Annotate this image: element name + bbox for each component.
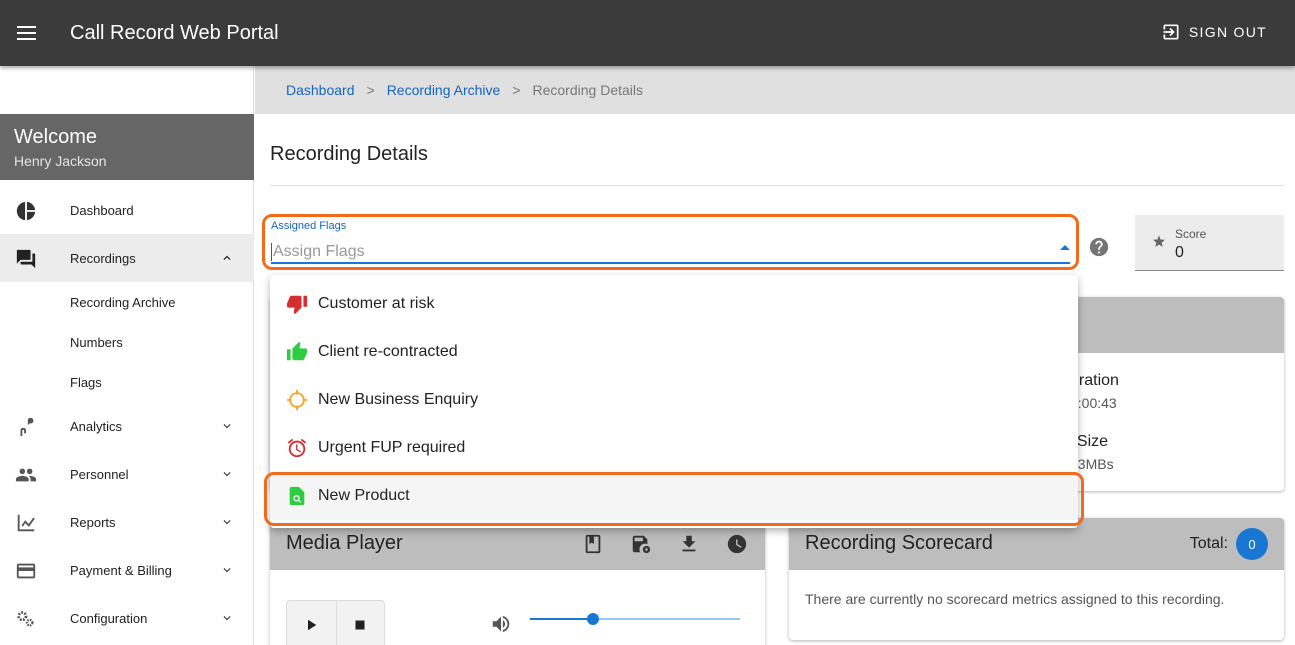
scorecard-total-badge: 0 xyxy=(1236,528,1268,560)
sidebar-nav: Dashboard Recordings Recording Archive N… xyxy=(0,186,254,642)
sidebar-item-analytics[interactable]: Analytics xyxy=(0,402,254,450)
file-search-icon xyxy=(289,486,305,506)
sidebar-item-payment-billing[interactable]: Payment & Billing xyxy=(0,546,254,594)
chevron-up-icon xyxy=(223,255,231,260)
breadcrumb: Dashboard > Recording Archive > Recordin… xyxy=(255,66,1295,114)
breadcrumb-separator: > xyxy=(366,82,375,98)
app-title: Call Record Web Portal xyxy=(70,22,279,44)
flag-option-customer-at-risk[interactable]: Customer at risk xyxy=(270,280,1078,328)
assigned-flags-input[interactable]: Assign Flags xyxy=(271,243,365,261)
breadcrumb-archive-link[interactable]: Recording Archive xyxy=(387,82,501,98)
trophy-star-icon xyxy=(1153,235,1165,247)
flag-option-label: New Business Enquiry xyxy=(318,391,479,408)
sidebar-item-personnel[interactable]: Personnel xyxy=(0,450,254,498)
flag-option-label: Customer at risk xyxy=(318,295,435,312)
flags-dropdown-menu: Customer at risk Client re-contracted Ne… xyxy=(270,275,1078,528)
flag-option-urgent-fup-required[interactable]: Urgent FUP required xyxy=(270,424,1078,472)
sidebar-item-label: Dashboard xyxy=(70,202,134,218)
thumbs-down-icon xyxy=(286,295,308,315)
flag-option-new-business-enquiry[interactable]: New Business Enquiry xyxy=(270,376,1078,424)
welcome-title: Welcome xyxy=(14,126,97,148)
flag-option-new-product[interactable]: New Product xyxy=(270,472,1078,520)
assigned-flags-select[interactable]: Assigned Flags Assign Flags xyxy=(262,214,1079,270)
playback-controls xyxy=(286,600,385,645)
sidebar-item-recordings[interactable]: Recordings xyxy=(0,234,254,282)
forum-icon xyxy=(16,249,36,269)
breadcrumb-current: Recording Details xyxy=(532,82,644,98)
volume-slider[interactable] xyxy=(530,613,740,625)
chevron-down-icon xyxy=(223,520,231,525)
sidebar-subitem-numbers[interactable]: Numbers xyxy=(0,322,254,362)
analytics-icon xyxy=(20,417,34,437)
chevron-down-icon xyxy=(223,568,231,573)
score-label: Score xyxy=(1175,227,1207,241)
breadcrumb-separator: > xyxy=(512,82,521,98)
sign-out-icon xyxy=(1163,24,1179,40)
save-play-icon[interactable] xyxy=(630,533,652,555)
people-icon xyxy=(15,468,37,482)
caret-up-icon[interactable] xyxy=(1060,245,1070,250)
help-icon[interactable] xyxy=(1088,236,1110,258)
scorecard-title: Recording Scorecard xyxy=(805,532,993,554)
menu-icon[interactable] xyxy=(14,22,40,44)
recording-scorecard-card: Recording Scorecard Total: 0 There are c… xyxy=(789,518,1284,640)
page-title: Recording Details xyxy=(270,143,428,165)
media-player-card: Media Player xyxy=(270,518,765,645)
credit-card-icon xyxy=(16,563,36,579)
divider xyxy=(270,185,1285,186)
clock-icon[interactable] xyxy=(726,533,748,555)
play-icon xyxy=(308,619,317,631)
sign-out-label: SIGN OUT xyxy=(1188,24,1267,40)
sidebar-item-label: Payment & Billing xyxy=(70,562,172,578)
sidebar-item-dashboard[interactable]: Dashboard xyxy=(0,186,254,234)
flag-option-label: Urgent FUP required xyxy=(318,439,466,456)
welcome-panel: Welcome Henry Jackson xyxy=(0,114,254,180)
flag-option-label: New Product xyxy=(318,487,410,504)
sidebar-subitem-flags[interactable]: Flags xyxy=(0,362,254,402)
breadcrumb-dashboard-link[interactable]: Dashboard xyxy=(286,82,355,98)
bookmark-icon[interactable] xyxy=(582,533,604,555)
chevron-down-icon xyxy=(223,424,231,429)
assigned-flags-label: Assigned Flags xyxy=(271,220,347,232)
gears-icon xyxy=(17,611,34,627)
score-value: 0 xyxy=(1175,244,1184,261)
scorecard-empty-message: There are currently no scorecard metrics… xyxy=(805,591,1225,607)
user-name: Henry Jackson xyxy=(14,153,107,169)
volume-thumb[interactable] xyxy=(587,613,599,625)
chevron-down-icon xyxy=(223,472,231,477)
sidebar: Welcome Henry Jackson Dashboard Recordin… xyxy=(0,66,254,645)
thumbs-up-icon xyxy=(286,341,308,361)
stop-button[interactable] xyxy=(335,601,385,645)
sidebar-item-label: Configuration xyxy=(70,610,148,626)
volume-fill xyxy=(530,618,593,620)
sidebar-subitem-recording-archive[interactable]: Recording Archive xyxy=(0,282,254,322)
crosshair-icon xyxy=(286,389,308,411)
sidebar-item-configuration[interactable]: Configuration xyxy=(0,594,254,642)
scorecard-total-label: Total: xyxy=(1189,535,1228,552)
play-button[interactable] xyxy=(287,601,336,645)
stop-icon xyxy=(355,620,365,630)
flag-option-client-re-contracted[interactable]: Client re-contracted xyxy=(270,328,1078,376)
media-player-title: Media Player xyxy=(286,532,403,554)
sidebar-item-label: Analytics xyxy=(70,418,123,434)
app-bar: Call Record Web Portal SIGN OUT xyxy=(0,0,1295,66)
input-underline xyxy=(271,262,1070,264)
download-icon[interactable] xyxy=(678,533,700,555)
volume-icon[interactable] xyxy=(490,613,512,635)
sidebar-item-label: Reports xyxy=(70,514,116,530)
score-field: Score 0 xyxy=(1135,215,1284,271)
sidebar-item-reports[interactable]: Reports xyxy=(0,498,254,546)
chevron-down-icon xyxy=(223,616,231,621)
alarm-clock-icon xyxy=(287,438,307,458)
sign-out-button[interactable]: SIGN OUT xyxy=(1161,22,1267,42)
reports-icon xyxy=(17,514,35,532)
sidebar-item-label: Recordings xyxy=(70,250,136,266)
pie-chart-icon xyxy=(16,201,36,221)
flag-option-label: Client re-contracted xyxy=(318,343,458,360)
sidebar-item-label: Personnel xyxy=(70,466,129,482)
